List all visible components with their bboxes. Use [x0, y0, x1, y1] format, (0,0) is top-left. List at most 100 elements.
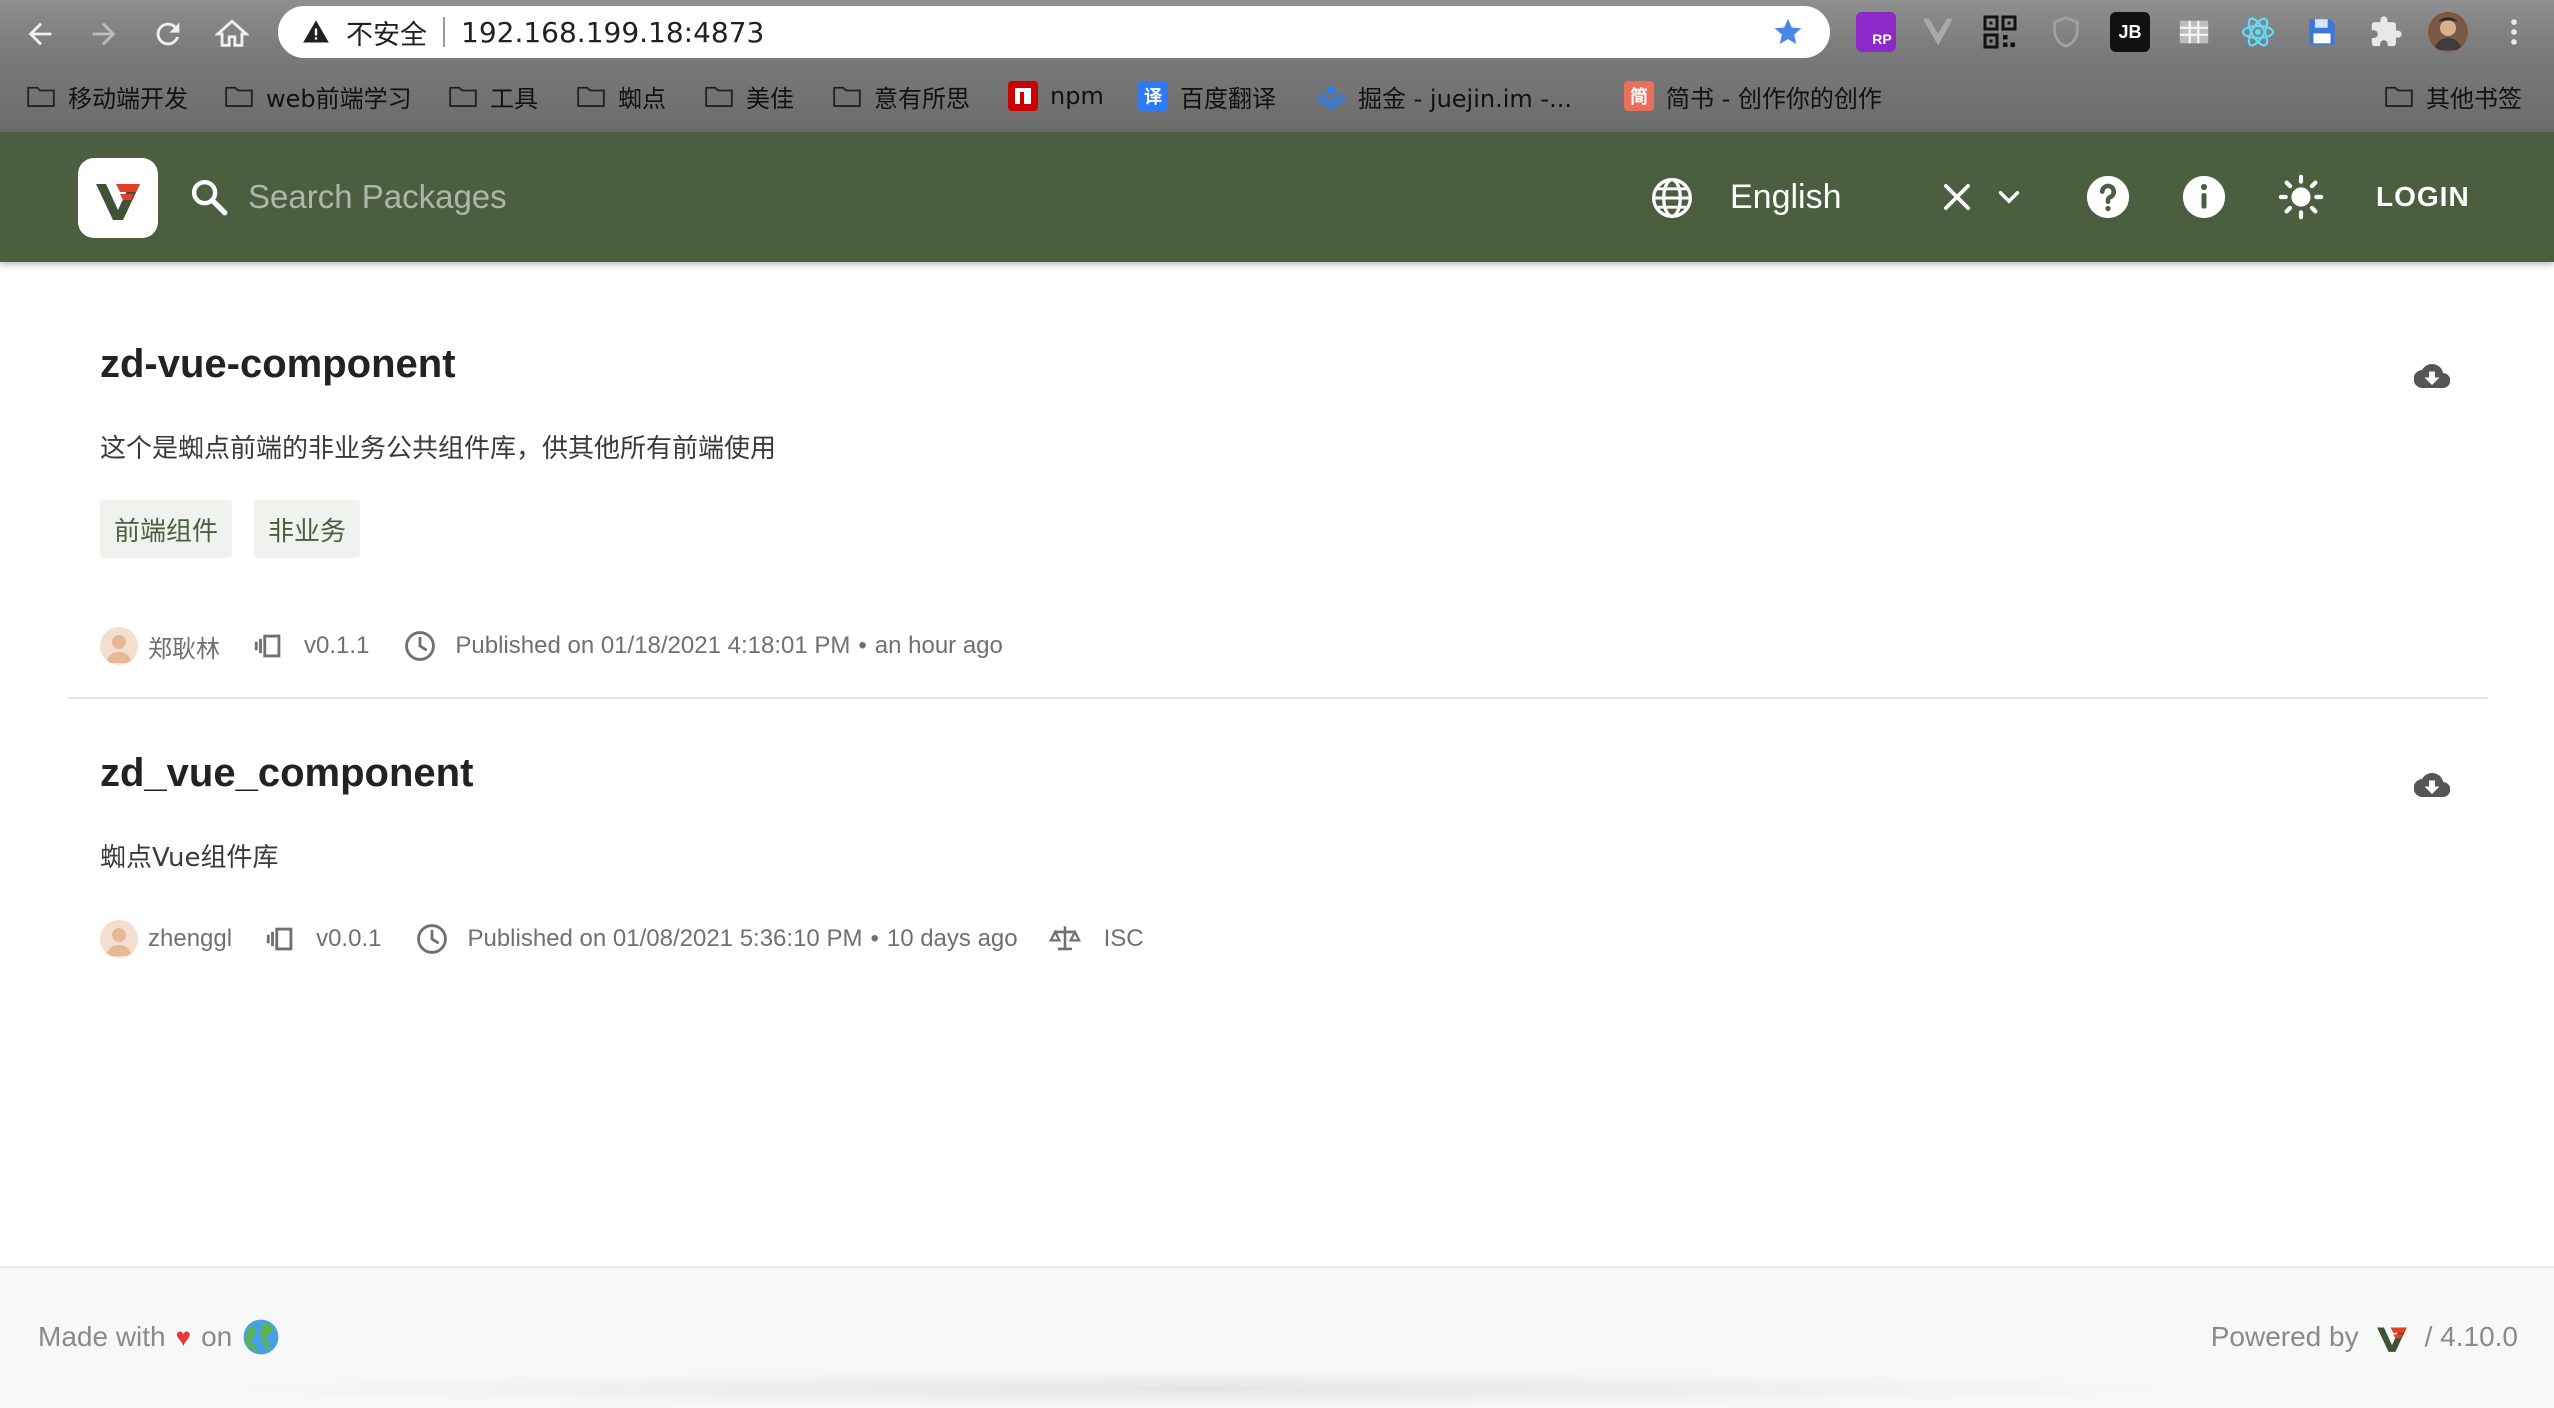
login-button[interactable]: LOGIN [2360, 168, 2486, 226]
juejin-icon [1316, 85, 1346, 110]
footer-powered-by: Powered by / 4.10.0 [2211, 1318, 2518, 1356]
jetbrains-extension-icon[interactable]: JB [2110, 12, 2150, 52]
profile-avatar[interactable] [2428, 12, 2468, 52]
grid-extension-icon[interactable] [2174, 12, 2214, 52]
package-description: 蜘点Vue组件库 [100, 843, 279, 873]
author-avatar [100, 920, 138, 958]
bookmark-juejin[interactable]: 掘金 - juejin.im -... [1316, 74, 1572, 118]
bookmark-jianshu[interactable]: 简 简书 - 创作你的创作 [1624, 74, 1882, 118]
package-meta: zhenggl v0.0.1 Published on 01/08/2021 5… [100, 917, 1144, 961]
version-icon [254, 634, 281, 658]
package-name[interactable]: zd_vue_component [100, 751, 473, 796]
home-icon [215, 19, 249, 47]
bookmark-folder-web[interactable]: web前端学习 [224, 74, 412, 118]
bookmark-folder-other[interactable]: 其他书签 [2384, 74, 2522, 118]
reload-button[interactable] [148, 14, 188, 54]
app-header: English LOGIN [0, 132, 2554, 262]
package-version: v0.1.1 [304, 632, 370, 659]
info-icon[interactable] [2181, 174, 2227, 220]
bookmark-folder-mobile[interactable]: 移动端开发 [26, 74, 188, 118]
shield-icon [2053, 16, 2079, 48]
bookmark-folder-thoughts[interactable]: 意有所思 [832, 74, 970, 118]
more-vertical-icon [2511, 19, 2517, 45]
package-meta: 郑耿林 v0.1.1 Published on 01/18/2021 4:18:… [100, 624, 1003, 668]
brightness-icon[interactable] [2278, 174, 2324, 220]
package-item[interactable]: zd_vue_component 蜘点Vue组件库 zhenggl v0.0.1… [68, 699, 2488, 999]
extensions-menu-button[interactable] [2366, 12, 2406, 52]
footer-shadow [200, 1370, 2200, 1408]
help-icon[interactable] [2085, 174, 2131, 220]
jianshu-icon: 简 [1624, 81, 1654, 111]
folder-icon [705, 86, 733, 107]
insecure-label[interactable]: 不安全 [346, 13, 427, 52]
shield-extension-icon[interactable] [2046, 12, 2086, 52]
on-text: on [201, 1321, 233, 1352]
package-item[interactable]: zd-vue-component 这个是蜘点前端的非业务公共组件库，供其他所有前… [68, 262, 2488, 697]
clock-icon [417, 924, 448, 954]
react-extension-icon[interactable] [2238, 12, 2278, 52]
browser-menu-button[interactable] [2494, 12, 2534, 52]
table-icon [2179, 20, 2209, 44]
omnibox-separator [443, 17, 445, 47]
package-description: 这个是蜘点前端的非业务公共组件库，供其他所有前端使用 [100, 434, 777, 464]
clear-icon[interactable] [1938, 178, 1976, 216]
clock-icon [405, 631, 436, 661]
package-author[interactable]: zhenggl [148, 925, 232, 953]
address-bar[interactable]: 不安全 192.168.199.18:4873 [278, 6, 1830, 58]
rp-extension-icon[interactable]: RP [1856, 12, 1896, 52]
package-license: ISC [1103, 925, 1144, 952]
bookmark-baidu-translate[interactable]: 译 百度翻译 [1138, 74, 1276, 118]
footer-made-with: Made with ♥ on [38, 1318, 280, 1356]
package-version: v0.0.1 [316, 925, 382, 952]
qr-code-icon [1983, 15, 2017, 49]
package-tag[interactable]: 前端组件 [100, 500, 233, 558]
folder-icon [2385, 86, 2413, 107]
qr-code-extension-icon[interactable] [1980, 12, 2020, 52]
package-name[interactable]: zd-vue-component [100, 342, 456, 387]
chevron-down-icon[interactable] [1992, 180, 2026, 214]
save-extension-icon[interactable] [2302, 12, 2342, 52]
verdaccio-small-logo-icon[interactable] [2373, 1318, 2411, 1356]
floppy-disk-icon [2309, 19, 2335, 45]
npm-icon [1008, 81, 1038, 111]
verdaccio-logo[interactable] [78, 158, 158, 238]
package-tag[interactable]: 非业务 [254, 500, 361, 558]
home-button[interactable] [212, 14, 252, 54]
react-icon [2241, 17, 2275, 47]
translate-icon: 译 [1138, 81, 1168, 111]
bookmark-star-icon[interactable] [1772, 16, 1804, 48]
powered-by-text: Powered by [2210, 1321, 2359, 1352]
bookmark-folder-tools[interactable]: 工具 [448, 74, 538, 118]
folder-icon [225, 86, 253, 107]
language-select-value[interactable]: English [1730, 178, 1842, 217]
download-cloud-icon[interactable] [2414, 767, 2450, 803]
forward-button[interactable] [84, 14, 124, 54]
folder-icon [577, 86, 605, 107]
package-author[interactable]: 郑耿林 [148, 629, 220, 664]
package-relative-time: an hour ago [874, 632, 1003, 659]
author-avatar [100, 627, 138, 665]
bookmark-folder-meijia[interactable]: 美佳 [704, 74, 794, 118]
globe-icon [1652, 178, 1692, 218]
bookmark-npm[interactable]: npm [1008, 74, 1104, 118]
url-text[interactable]: 192.168.199.18:4873 [461, 16, 764, 49]
reload-icon [156, 22, 180, 46]
arrow-right-icon [92, 22, 116, 46]
meta-separator: • [870, 925, 879, 952]
vue-extension-icon[interactable] [1918, 12, 1958, 52]
app-version: / 4.10.0 [2424, 1321, 2518, 1352]
vue-devtools-icon [1923, 18, 1953, 46]
bookmark-folder-zhidian[interactable]: 蜘点 [576, 74, 666, 118]
folder-icon [27, 86, 55, 107]
made-with-text: Made with [38, 1321, 166, 1352]
package-relative-time: 10 days ago [886, 925, 1018, 952]
folder-icon [833, 86, 861, 107]
browser-chrome: 不安全 192.168.199.18:4873 RP JB 移动端开发 web前… [0, 0, 2554, 132]
avatar-placeholder-icon [100, 627, 138, 665]
license-scale-icon [1048, 926, 1081, 951]
arrow-left-icon [28, 22, 52, 46]
download-cloud-icon[interactable] [2414, 358, 2450, 394]
search-packages-input[interactable] [248, 168, 948, 226]
earth-icon[interactable] [242, 1318, 280, 1356]
back-button[interactable] [20, 14, 60, 54]
